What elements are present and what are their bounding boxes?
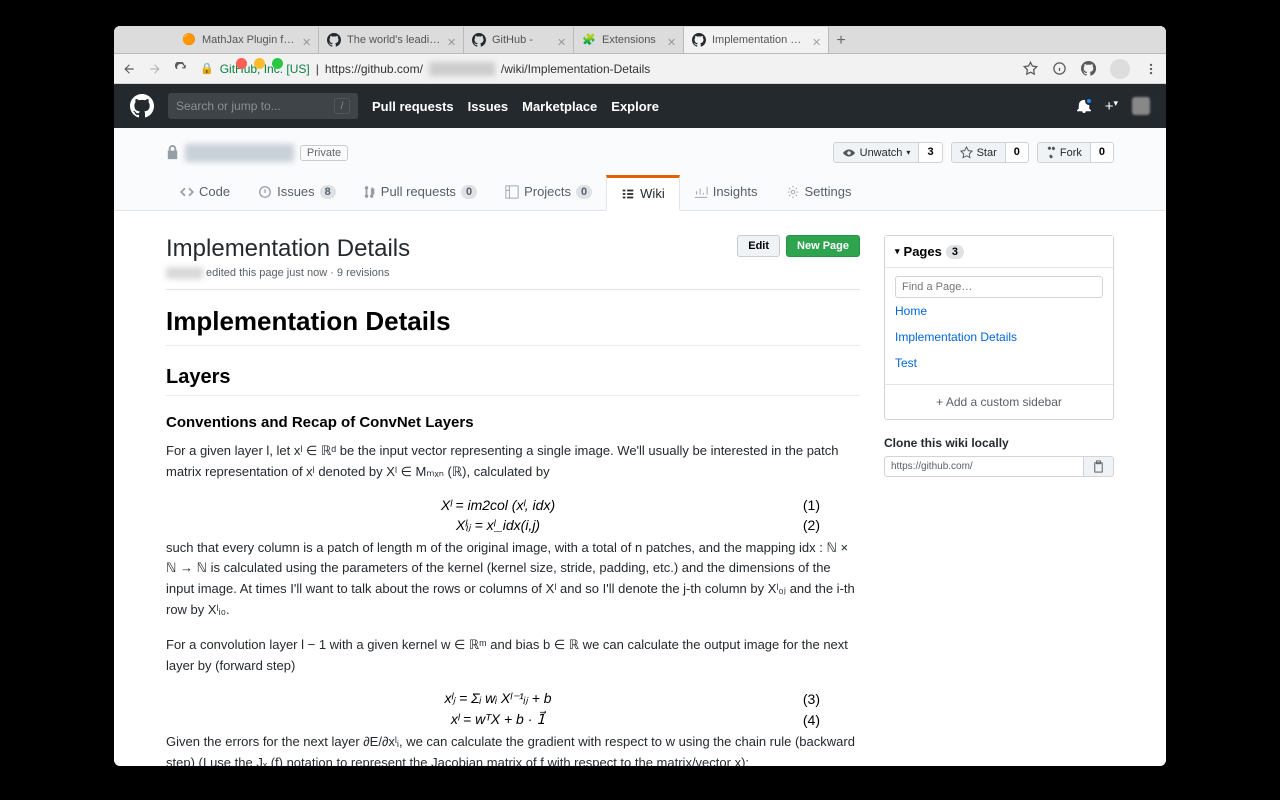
tab-code[interactable]: Code — [166, 175, 244, 210]
profile-avatar[interactable] — [1110, 59, 1130, 79]
fork-count[interactable]: 0 — [1091, 142, 1114, 163]
nav-issues[interactable]: Issues — [468, 99, 508, 114]
slash-shortcut: / — [334, 98, 350, 114]
browser-tab-0[interactable]: 🟠 MathJax Plugin for Github - E ✕ — [174, 27, 319, 53]
tab-label: GitHub - — [492, 34, 553, 46]
sidebar-link-impl[interactable]: Implementation Details — [895, 324, 1103, 350]
search-placeholder: Search or jump to... — [176, 99, 281, 113]
para-4: Given the errors for the next layer ∂E/∂… — [166, 732, 860, 766]
close-icon[interactable]: ✕ — [667, 36, 675, 44]
copy-button[interactable] — [1084, 456, 1114, 477]
github-ext-icon[interactable] — [1081, 61, 1096, 76]
equation-3: xˡⱼ = Σᵢ wᵢ Xˡ⁻¹ᵢⱼ + b(3) — [206, 690, 820, 707]
window-close[interactable] — [236, 58, 247, 69]
nav-explore[interactable]: Explore — [611, 99, 659, 114]
equation-4: xˡ = wᵀX + b · 1⃗(4) — [206, 711, 820, 728]
fork-button[interactable]: Fork — [1037, 142, 1091, 163]
tab-pull-requests[interactable]: Pull requests0 — [350, 175, 491, 210]
new-page-button[interactable]: New Page — [786, 235, 860, 257]
github-icon — [327, 33, 341, 47]
clipboard-icon — [1092, 460, 1105, 473]
tab-label: Extensions — [602, 34, 663, 46]
lock-icon — [166, 145, 179, 160]
tab-label: Implementation Details · — [712, 34, 808, 46]
wiki-page-title: Implementation Details — [166, 235, 410, 263]
tab-insights[interactable]: Insights — [680, 175, 772, 210]
pages-header[interactable]: ▾ Pages 3 — [885, 236, 1113, 267]
tab-wiki[interactable]: Wiki — [606, 175, 680, 211]
para-3: For a convolution layer l − 1 with a giv… — [166, 635, 860, 677]
add-sidebar-button[interactable]: + Add a custom sidebar — [885, 384, 1113, 419]
notification-dot — [1085, 97, 1093, 105]
equation-2: Xˡᵢⱼ = xˡ_idx(i,j)(2) — [206, 517, 820, 534]
favicon: 🟠 — [182, 33, 196, 47]
github-icon — [692, 33, 706, 47]
tab-settings[interactable]: Settings — [772, 175, 866, 210]
unwatch-button[interactable]: Unwatch▾ — [833, 142, 920, 163]
forward-button[interactable] — [148, 62, 162, 76]
info-icon[interactable] — [1052, 61, 1067, 76]
tab-projects[interactable]: Projects0 — [491, 175, 606, 210]
nav-pull-requests[interactable]: Pull requests — [372, 99, 454, 114]
url-field[interactable]: 🔒 GitHub, Inc. [US] | https://github.com… — [200, 62, 1011, 76]
browser-tab-1[interactable]: The world's leading software ✕ — [319, 27, 464, 53]
window-zoom[interactable] — [272, 58, 283, 69]
plus-icon[interactable]: +▾ — [1105, 98, 1118, 115]
repo-header: xxxx xxxxx xxx Private Unwatch▾ 3 Star 0… — [114, 128, 1166, 211]
star-count[interactable]: 0 — [1006, 142, 1029, 163]
tab-label: The world's leading software — [347, 34, 443, 46]
back-button[interactable] — [122, 62, 136, 76]
github-logo-icon[interactable] — [130, 94, 154, 118]
github-header: Search or jump to... / Pull requests Iss… — [114, 84, 1166, 128]
window-minimize[interactable] — [254, 58, 265, 69]
para-2: such that every column is a patch of len… — [166, 538, 860, 621]
wiki-meta: xxxxxx edited this page just now · 9 rev… — [166, 267, 860, 290]
triangle-down-icon: ▾ — [895, 246, 900, 257]
close-icon[interactable]: ✕ — [812, 36, 820, 44]
private-label: Private — [300, 145, 348, 161]
star-button[interactable]: Star — [951, 142, 1006, 163]
para-1: For a given layer l, let xˡ ∈ ℝᵈ be the … — [166, 441, 860, 483]
tab-label: MathJax Plugin for Github - E — [202, 34, 298, 46]
edit-button[interactable]: Edit — [737, 235, 780, 257]
menu-icon[interactable] — [1144, 62, 1158, 76]
new-tab-button[interactable]: + — [829, 29, 853, 53]
nav-marketplace[interactable]: Marketplace — [522, 99, 597, 114]
pages-box: ▾ Pages 3 Home Implementation Details Te… — [884, 235, 1114, 420]
github-search[interactable]: Search or jump to... / — [168, 93, 358, 119]
pages-count: 3 — [946, 245, 964, 259]
bell-icon[interactable] — [1077, 99, 1091, 113]
plus-icon: + — [936, 395, 946, 409]
browser-tab-2[interactable]: GitHub - ✕ — [464, 27, 574, 53]
watch-count[interactable]: 3 — [919, 142, 942, 163]
sidebar-link-test[interactable]: Test — [895, 350, 1103, 376]
user-avatar[interactable] — [1132, 97, 1150, 115]
sidebar-link-home[interactable]: Home — [895, 298, 1103, 324]
extension-icon: 🧩 — [582, 33, 596, 47]
close-icon[interactable]: ✕ — [302, 36, 310, 44]
star-icon[interactable] — [1023, 61, 1038, 76]
close-icon[interactable]: ✕ — [557, 36, 565, 44]
clone-url-input[interactable] — [884, 456, 1084, 477]
content-h3-conv: Conventions and Recap of ConvNet Layers — [166, 414, 860, 431]
browser-tab-3[interactable]: 🧩 Extensions ✕ — [574, 27, 684, 53]
lock-icon: 🔒 — [200, 62, 214, 75]
repo-owner-blurred: xxxx xxxxx xxx — [185, 144, 294, 162]
reload-button[interactable] — [174, 62, 188, 76]
close-icon[interactable]: ✕ — [447, 36, 455, 44]
browser-tab-4[interactable]: Implementation Details · ✕ — [684, 27, 829, 53]
clone-label: Clone this wiki locally — [884, 436, 1114, 450]
equation-1: Xˡ = im2col (xˡ, idx)(1) — [206, 497, 820, 513]
github-icon — [472, 33, 486, 47]
content-h2-layers: Layers — [166, 366, 860, 396]
find-page-input[interactable] — [895, 276, 1103, 298]
browser-tab-strip: 🟠 MathJax Plugin for Github - E ✕ The wo… — [114, 26, 1166, 54]
tab-issues[interactable]: Issues8 — [244, 175, 350, 210]
content-h1: Implementation Details — [166, 306, 860, 346]
